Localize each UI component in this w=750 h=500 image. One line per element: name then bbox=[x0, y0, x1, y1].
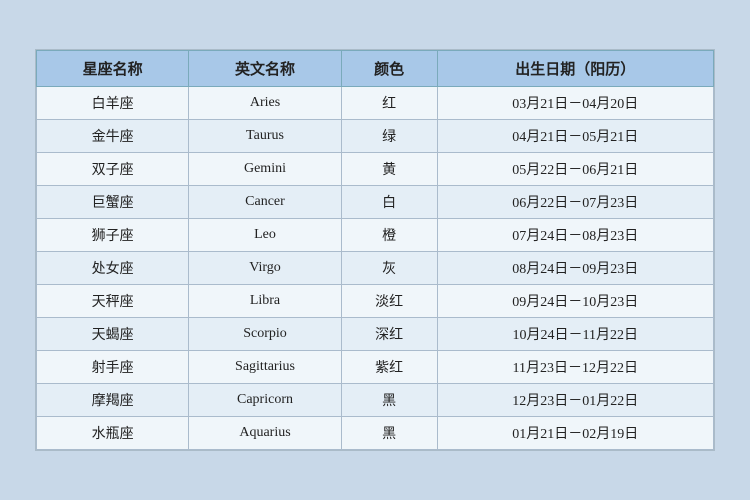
cell-dates: 10月24日－11月22日 bbox=[437, 318, 713, 351]
cell-color: 绿 bbox=[341, 120, 437, 153]
cell-chinese-name: 射手座 bbox=[37, 351, 189, 384]
cell-color: 橙 bbox=[341, 219, 437, 252]
cell-dates: 11月23日－12月22日 bbox=[437, 351, 713, 384]
cell-color: 黄 bbox=[341, 153, 437, 186]
cell-dates: 05月22日－06月21日 bbox=[437, 153, 713, 186]
cell-english-name: Capricorn bbox=[189, 384, 341, 417]
header-color: 颜色 bbox=[341, 51, 437, 87]
table-row: 双子座Gemini黄05月22日－06月21日 bbox=[37, 153, 714, 186]
cell-chinese-name: 水瓶座 bbox=[37, 417, 189, 450]
table-row: 摩羯座Capricorn黑12月23日－01月22日 bbox=[37, 384, 714, 417]
cell-chinese-name: 巨蟹座 bbox=[37, 186, 189, 219]
cell-chinese-name: 摩羯座 bbox=[37, 384, 189, 417]
cell-chinese-name: 白羊座 bbox=[37, 87, 189, 120]
cell-chinese-name: 金牛座 bbox=[37, 120, 189, 153]
cell-color: 黑 bbox=[341, 384, 437, 417]
cell-english-name: Virgo bbox=[189, 252, 341, 285]
cell-color: 白 bbox=[341, 186, 437, 219]
cell-dates: 03月21日－04月20日 bbox=[437, 87, 713, 120]
cell-dates: 06月22日－07月23日 bbox=[437, 186, 713, 219]
cell-color: 紫红 bbox=[341, 351, 437, 384]
cell-english-name: Leo bbox=[189, 219, 341, 252]
header-chinese-name: 星座名称 bbox=[37, 51, 189, 87]
cell-english-name: Scorpio bbox=[189, 318, 341, 351]
cell-color: 深红 bbox=[341, 318, 437, 351]
cell-english-name: Gemini bbox=[189, 153, 341, 186]
cell-dates: 04月21日－05月21日 bbox=[437, 120, 713, 153]
cell-english-name: Cancer bbox=[189, 186, 341, 219]
table-row: 狮子座Leo橙07月24日－08月23日 bbox=[37, 219, 714, 252]
cell-dates: 01月21日－02月19日 bbox=[437, 417, 713, 450]
cell-dates: 07月24日－08月23日 bbox=[437, 219, 713, 252]
table-row: 处女座Virgo灰08月24日－09月23日 bbox=[37, 252, 714, 285]
table-row: 射手座Sagittarius紫红11月23日－12月22日 bbox=[37, 351, 714, 384]
cell-dates: 12月23日－01月22日 bbox=[437, 384, 713, 417]
zodiac-table-container: 星座名称 英文名称 颜色 出生日期（阳历） 白羊座Aries红03月21日－04… bbox=[35, 49, 715, 451]
cell-english-name: Libra bbox=[189, 285, 341, 318]
cell-color: 红 bbox=[341, 87, 437, 120]
cell-english-name: Aries bbox=[189, 87, 341, 120]
cell-english-name: Sagittarius bbox=[189, 351, 341, 384]
cell-chinese-name: 处女座 bbox=[37, 252, 189, 285]
cell-chinese-name: 天秤座 bbox=[37, 285, 189, 318]
cell-color: 黑 bbox=[341, 417, 437, 450]
header-dates: 出生日期（阳历） bbox=[437, 51, 713, 87]
zodiac-table: 星座名称 英文名称 颜色 出生日期（阳历） 白羊座Aries红03月21日－04… bbox=[36, 50, 714, 450]
cell-english-name: Taurus bbox=[189, 120, 341, 153]
cell-english-name: Aquarius bbox=[189, 417, 341, 450]
cell-color: 淡红 bbox=[341, 285, 437, 318]
cell-dates: 09月24日－10月23日 bbox=[437, 285, 713, 318]
table-row: 巨蟹座Cancer白06月22日－07月23日 bbox=[37, 186, 714, 219]
cell-dates: 08月24日－09月23日 bbox=[437, 252, 713, 285]
table-row: 水瓶座Aquarius黑01月21日－02月19日 bbox=[37, 417, 714, 450]
cell-chinese-name: 狮子座 bbox=[37, 219, 189, 252]
cell-chinese-name: 天蝎座 bbox=[37, 318, 189, 351]
table-row: 白羊座Aries红03月21日－04月20日 bbox=[37, 87, 714, 120]
table-row: 天蝎座Scorpio深红10月24日－11月22日 bbox=[37, 318, 714, 351]
table-row: 金牛座Taurus绿04月21日－05月21日 bbox=[37, 120, 714, 153]
cell-color: 灰 bbox=[341, 252, 437, 285]
table-header-row: 星座名称 英文名称 颜色 出生日期（阳历） bbox=[37, 51, 714, 87]
header-english-name: 英文名称 bbox=[189, 51, 341, 87]
table-row: 天秤座Libra淡红09月24日－10月23日 bbox=[37, 285, 714, 318]
cell-chinese-name: 双子座 bbox=[37, 153, 189, 186]
